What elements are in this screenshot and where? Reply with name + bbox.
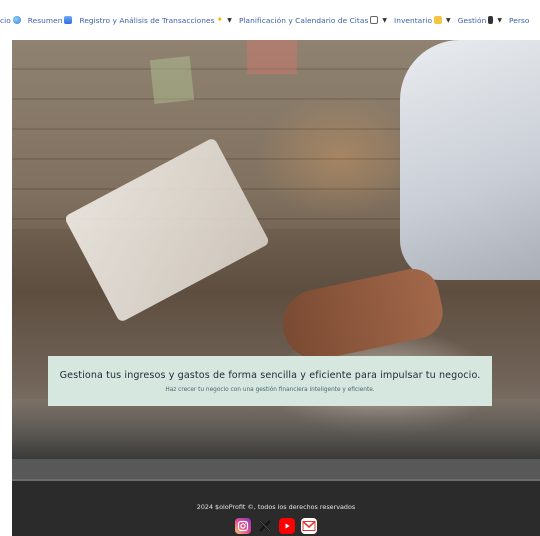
chevron-down-icon: ▼ [446,16,451,24]
nav-item-inventario[interactable]: Inventario ▼ [394,16,451,25]
hero-title: Gestiona tus ingresos y gastos de forma … [59,369,481,381]
nav-item-label: Registro y Análisis de Transacciones [79,15,215,25]
top-navigation-bar: cio Resumen Registro y Análisis de Trans… [0,0,540,40]
chevron-down-icon: ▼ [227,16,232,24]
nav-item-inicio[interactable]: cio [0,16,21,25]
nav-item-label: Perso [509,15,530,25]
social-links [235,518,317,534]
nav-item-label: cio [0,15,11,25]
nav-item-registro[interactable]: Registro y Análisis de Transacciones ✦ ▼ [79,16,231,25]
instagram-icon[interactable] [235,518,251,534]
nav-item-resumen[interactable]: Resumen [28,16,73,25]
hero-desk [12,399,540,459]
section-divider [12,459,540,481]
sparkles-icon: ✦ [216,15,224,24]
hero-subtitle: Haz crecer tu negocio con una gestión fi… [165,386,375,393]
nav-item-planificacion[interactable]: Planificación y Calendario de Citas ▼ [239,16,387,25]
hero-banner: Gestiona tus ingresos y gastos de forma … [48,356,492,406]
phone-icon [488,16,494,24]
x-icon[interactable] [257,518,273,534]
hero-person [400,40,540,280]
mail-icon[interactable] [301,518,317,534]
nav-item-label: Planificación y Calendario de Citas [238,15,369,25]
youtube-icon[interactable] [279,518,295,534]
footer: 2024 $oloProfit ©, todos los derechos re… [12,481,540,536]
globe-icon [12,16,21,24]
hero-sticky-note [247,40,297,74]
footer-copyright: 2024 $oloProfit ©, todos los derechos re… [196,503,356,511]
nav-item-label: Inventario [394,15,433,25]
hero-hand [276,264,448,366]
calendar-icon [370,16,379,24]
nav-item-label: Gestión [457,15,487,25]
chevron-down-icon: ▼ [497,16,503,24]
nav-item-personal[interactable]: Perso [509,16,529,25]
chevron-down-icon: ▼ [382,16,388,24]
box-icon [434,16,443,24]
hero-sticky-note [149,56,195,104]
nav-item-gestion[interactable]: Gestión ▼ [458,16,502,25]
nav-item-label: Resumen [27,15,63,25]
bar-chart-icon [64,16,73,24]
